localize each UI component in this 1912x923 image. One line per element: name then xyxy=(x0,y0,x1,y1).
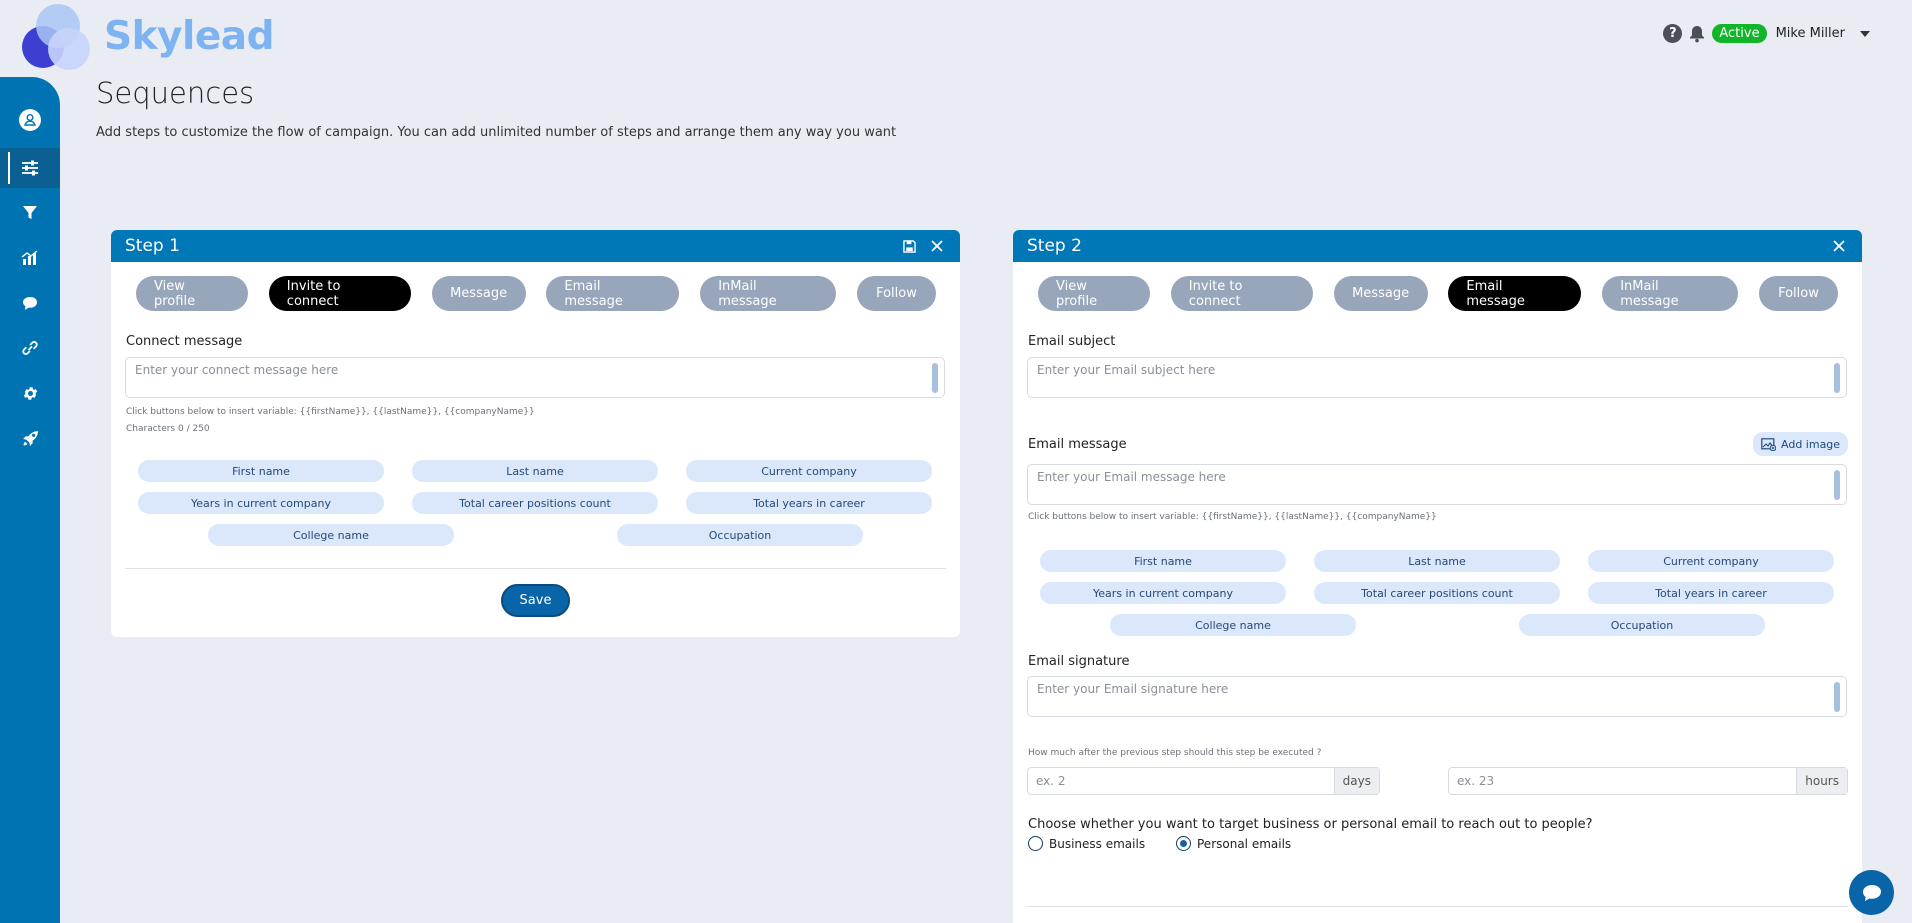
type-follow[interactable]: Follow xyxy=(1758,276,1838,311)
variable-occupation[interactable]: Occupation xyxy=(617,524,863,546)
email-message-input[interactable]: Enter your Email message here xyxy=(1027,464,1847,505)
type-view-profile[interactable]: View profile xyxy=(1038,276,1150,311)
step-title: Step 1 xyxy=(125,236,180,256)
user-area: ? Active Mike Miller xyxy=(1663,24,1870,43)
connect-message-label: Connect message xyxy=(126,334,243,349)
radio-button[interactable] xyxy=(1176,836,1191,851)
sliders-icon xyxy=(22,160,38,176)
chat-widget-button[interactable] xyxy=(1849,870,1894,915)
sidebar xyxy=(0,77,60,923)
filter-icon xyxy=(23,206,37,219)
hours-input[interactable]: ex. 23 hours xyxy=(1448,767,1848,795)
link-icon xyxy=(22,341,38,355)
logo-circle xyxy=(48,28,90,70)
scrollbar[interactable] xyxy=(1834,470,1840,500)
close-icon[interactable] xyxy=(928,237,946,255)
sidebar-item-profile[interactable] xyxy=(0,100,60,140)
scrollbar[interactable] xyxy=(1834,682,1840,712)
step-header: Step 1 xyxy=(111,230,960,262)
chat-icon xyxy=(23,296,37,310)
variable-total-years-in-career[interactable]: Total years in career xyxy=(1588,582,1834,604)
type-inmail-message[interactable]: InMail message xyxy=(700,276,837,311)
sidebar-item-integrations[interactable] xyxy=(0,328,60,368)
variable-college-name[interactable]: College name xyxy=(1110,614,1356,636)
radio-business-emails[interactable]: Business emails xyxy=(1028,836,1145,851)
status-badge: Active xyxy=(1712,24,1767,43)
divider xyxy=(125,568,946,569)
type-email-message[interactable]: Email message xyxy=(546,276,680,311)
user-name[interactable]: Mike Miller xyxy=(1776,26,1845,41)
type-invite-to-connect[interactable]: Invite to connect xyxy=(268,276,411,311)
connect-message-input[interactable]: Enter your connect message here xyxy=(125,357,945,398)
gear-icon xyxy=(23,386,37,400)
step-header: Step 2 xyxy=(1013,230,1862,262)
save-button[interactable]: Save xyxy=(501,584,570,617)
type-message[interactable]: Message xyxy=(1333,276,1428,311)
delay-question: How much after the previous step should … xyxy=(1028,748,1322,758)
variable-total-career-positions[interactable]: Total career positions count xyxy=(1314,582,1560,604)
scrollbar[interactable] xyxy=(1834,363,1840,393)
variable-current-company[interactable]: Current company xyxy=(686,460,932,482)
type-email-message[interactable]: Email message xyxy=(1448,276,1582,311)
image-icon xyxy=(1761,437,1776,451)
radio-personal-emails[interactable]: Personal emails xyxy=(1176,836,1291,851)
page-title: Sequences xyxy=(96,76,255,110)
type-follow[interactable]: Follow xyxy=(856,276,936,311)
step-type-selector: View profile Invite to connect Message E… xyxy=(136,276,936,311)
target-question: Choose whether you want to target busine… xyxy=(1028,817,1593,832)
save-icon[interactable] xyxy=(900,237,918,255)
sidebar-item-messages[interactable] xyxy=(0,283,60,323)
brand-logo[interactable]: Skylead xyxy=(20,4,275,70)
page-subtitle: Add steps to customize the flow of campa… xyxy=(96,125,897,140)
variable-hint: Click buttons below to insert variable: … xyxy=(1028,512,1437,522)
step-card-1: Step 1 View profile Invite to connect Me… xyxy=(111,230,960,637)
email-subject-input[interactable]: Enter your Email subject here xyxy=(1027,357,1847,398)
brand-name: Skylead xyxy=(104,14,275,59)
type-invite-to-connect[interactable]: Invite to connect xyxy=(1170,276,1313,311)
days-unit: days xyxy=(1333,768,1379,794)
email-subject-label: Email subject xyxy=(1028,334,1116,349)
chat-icon xyxy=(1862,884,1881,901)
hours-unit: hours xyxy=(1796,768,1847,794)
variable-occupation[interactable]: Occupation xyxy=(1519,614,1765,636)
type-view-profile[interactable]: View profile xyxy=(136,276,248,311)
variable-current-company[interactable]: Current company xyxy=(1588,550,1834,572)
type-inmail-message[interactable]: InMail message xyxy=(1602,276,1739,311)
variable-years-in-current-company[interactable]: Years in current company xyxy=(1040,582,1286,604)
variable-last-name[interactable]: Last name xyxy=(412,460,658,482)
sidebar-item-settings[interactable] xyxy=(0,373,60,413)
sidebar-item-sequences[interactable] xyxy=(0,148,60,188)
user-icon xyxy=(19,109,41,131)
radio-button[interactable] xyxy=(1028,836,1043,851)
step-title: Step 2 xyxy=(1027,236,1082,256)
variable-last-name[interactable]: Last name xyxy=(1314,550,1560,572)
type-message[interactable]: Message xyxy=(431,276,526,311)
variable-years-in-current-company[interactable]: Years in current company xyxy=(138,492,384,514)
chart-icon xyxy=(21,250,38,265)
sidebar-item-launch[interactable] xyxy=(0,418,60,458)
chevron-down-icon[interactable] xyxy=(1860,30,1870,37)
variable-first-name[interactable]: First name xyxy=(138,460,384,482)
close-icon[interactable] xyxy=(1830,237,1848,255)
step-card-2: Step 2 View profile Invite to connect Me… xyxy=(1013,230,1862,923)
add-image-button[interactable]: Add image xyxy=(1753,432,1849,456)
variable-first-name[interactable]: First name xyxy=(1040,550,1286,572)
character-count: Characters 0 / 250 xyxy=(126,424,210,434)
bell-icon[interactable] xyxy=(1689,25,1705,43)
variable-total-years-in-career[interactable]: Total years in career xyxy=(686,492,932,514)
step-type-selector: View profile Invite to connect Message E… xyxy=(1038,276,1838,311)
email-message-label: Email message xyxy=(1028,437,1127,452)
sidebar-item-filter[interactable] xyxy=(0,193,60,233)
variable-hint: Click buttons below to insert variable: … xyxy=(126,407,535,417)
email-signature-label: Email signature xyxy=(1028,654,1130,669)
email-signature-input[interactable]: Enter your Email signature here xyxy=(1027,676,1847,717)
scrollbar[interactable] xyxy=(932,363,938,393)
variable-college-name[interactable]: College name xyxy=(208,524,454,546)
divider xyxy=(1027,906,1848,907)
variable-total-career-positions[interactable]: Total career positions count xyxy=(412,492,658,514)
days-input[interactable]: ex. 2 days xyxy=(1027,767,1380,795)
sidebar-item-stats[interactable] xyxy=(0,238,60,278)
question-circle-icon[interactable]: ? xyxy=(1663,24,1683,43)
rocket-icon xyxy=(22,430,38,446)
